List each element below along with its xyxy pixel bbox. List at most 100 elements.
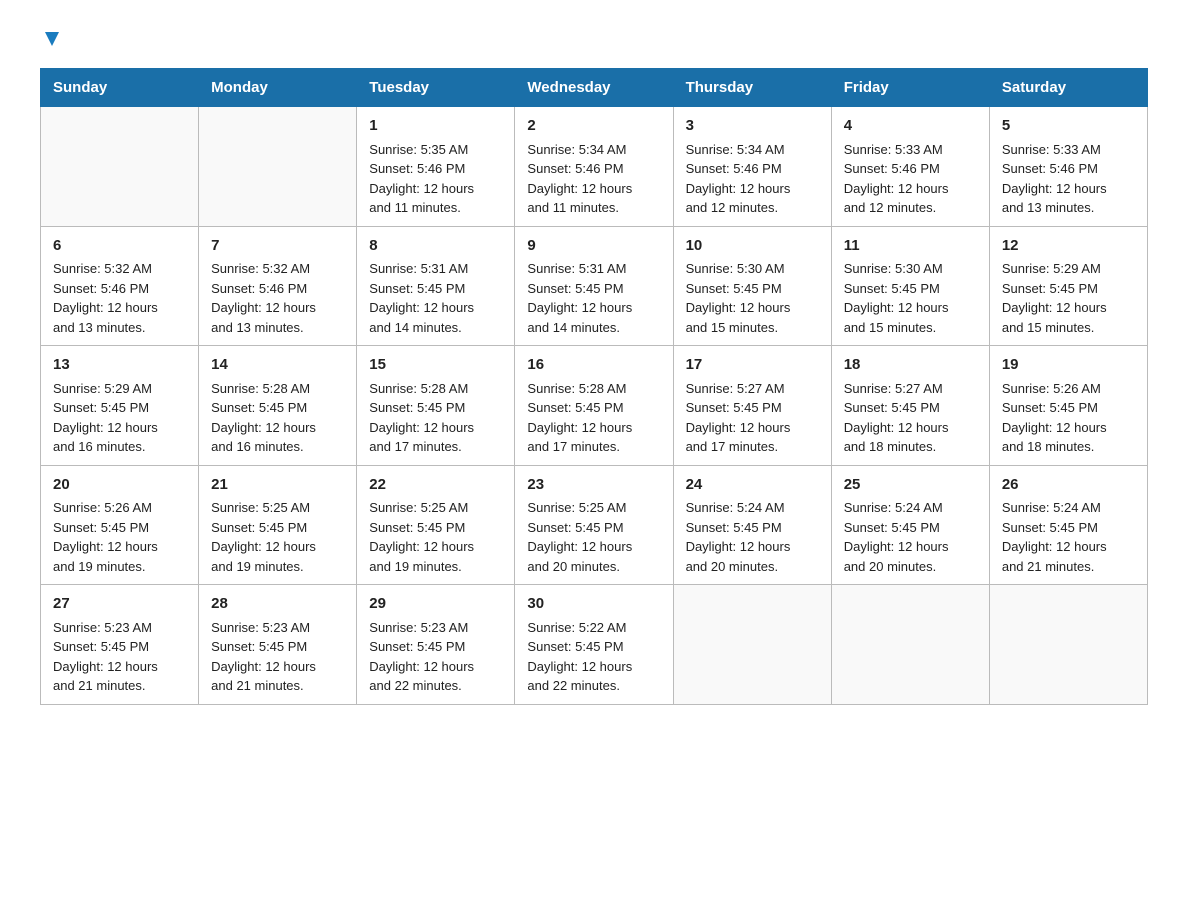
day-number: 13 (53, 354, 186, 377)
calendar-cell: 3Sunrise: 5:34 AM Sunset: 5:46 PM Daylig… (673, 107, 831, 227)
day-number: 16 (527, 354, 660, 377)
day-info: Sunrise: 5:29 AM Sunset: 5:45 PM Dayligh… (1002, 259, 1135, 337)
day-number: 27 (53, 593, 186, 616)
day-info: Sunrise: 5:27 AM Sunset: 5:45 PM Dayligh… (844, 379, 977, 457)
calendar-header-wednesday: Wednesday (515, 69, 673, 107)
day-info: Sunrise: 5:22 AM Sunset: 5:45 PM Dayligh… (527, 618, 660, 696)
day-number: 12 (1002, 235, 1135, 258)
calendar-cell: 25Sunrise: 5:24 AM Sunset: 5:45 PM Dayli… (831, 465, 989, 585)
calendar-cell: 20Sunrise: 5:26 AM Sunset: 5:45 PM Dayli… (41, 465, 199, 585)
day-number: 3 (686, 115, 819, 138)
calendar-week-row: 13Sunrise: 5:29 AM Sunset: 5:45 PM Dayli… (41, 346, 1148, 466)
calendar-cell: 21Sunrise: 5:25 AM Sunset: 5:45 PM Dayli… (199, 465, 357, 585)
day-info: Sunrise: 5:31 AM Sunset: 5:45 PM Dayligh… (527, 259, 660, 337)
calendar-header-thursday: Thursday (673, 69, 831, 107)
calendar-cell: 8Sunrise: 5:31 AM Sunset: 5:45 PM Daylig… (357, 226, 515, 346)
day-number: 17 (686, 354, 819, 377)
day-number: 19 (1002, 354, 1135, 377)
calendar-cell: 16Sunrise: 5:28 AM Sunset: 5:45 PM Dayli… (515, 346, 673, 466)
day-number: 18 (844, 354, 977, 377)
day-number: 10 (686, 235, 819, 258)
day-number: 24 (686, 474, 819, 497)
calendar-cell: 18Sunrise: 5:27 AM Sunset: 5:45 PM Dayli… (831, 346, 989, 466)
calendar-cell (989, 585, 1147, 705)
calendar-cell: 9Sunrise: 5:31 AM Sunset: 5:45 PM Daylig… (515, 226, 673, 346)
calendar-header-friday: Friday (831, 69, 989, 107)
calendar-cell: 10Sunrise: 5:30 AM Sunset: 5:45 PM Dayli… (673, 226, 831, 346)
day-info: Sunrise: 5:24 AM Sunset: 5:45 PM Dayligh… (1002, 498, 1135, 576)
day-info: Sunrise: 5:26 AM Sunset: 5:45 PM Dayligh… (53, 498, 186, 576)
day-info: Sunrise: 5:34 AM Sunset: 5:46 PM Dayligh… (527, 140, 660, 218)
day-info: Sunrise: 5:30 AM Sunset: 5:45 PM Dayligh… (844, 259, 977, 337)
calendar-cell: 6Sunrise: 5:32 AM Sunset: 5:46 PM Daylig… (41, 226, 199, 346)
day-info: Sunrise: 5:29 AM Sunset: 5:45 PM Dayligh… (53, 379, 186, 457)
day-number: 21 (211, 474, 344, 497)
day-number: 22 (369, 474, 502, 497)
calendar-cell: 24Sunrise: 5:24 AM Sunset: 5:45 PM Dayli… (673, 465, 831, 585)
day-info: Sunrise: 5:25 AM Sunset: 5:45 PM Dayligh… (527, 498, 660, 576)
day-info: Sunrise: 5:26 AM Sunset: 5:45 PM Dayligh… (1002, 379, 1135, 457)
day-info: Sunrise: 5:23 AM Sunset: 5:45 PM Dayligh… (369, 618, 502, 696)
calendar-week-row: 20Sunrise: 5:26 AM Sunset: 5:45 PM Dayli… (41, 465, 1148, 585)
day-number: 23 (527, 474, 660, 497)
calendar-cell: 22Sunrise: 5:25 AM Sunset: 5:45 PM Dayli… (357, 465, 515, 585)
day-number: 1 (369, 115, 502, 138)
day-info: Sunrise: 5:28 AM Sunset: 5:45 PM Dayligh… (211, 379, 344, 457)
day-number: 7 (211, 235, 344, 258)
day-info: Sunrise: 5:33 AM Sunset: 5:46 PM Dayligh… (844, 140, 977, 218)
day-info: Sunrise: 5:23 AM Sunset: 5:45 PM Dayligh… (53, 618, 186, 696)
calendar-cell: 27Sunrise: 5:23 AM Sunset: 5:45 PM Dayli… (41, 585, 199, 705)
calendar-cell (41, 107, 199, 227)
day-info: Sunrise: 5:30 AM Sunset: 5:45 PM Dayligh… (686, 259, 819, 337)
calendar-cell: 26Sunrise: 5:24 AM Sunset: 5:45 PM Dayli… (989, 465, 1147, 585)
day-info: Sunrise: 5:23 AM Sunset: 5:45 PM Dayligh… (211, 618, 344, 696)
logo-triangle-icon (43, 30, 61, 48)
day-info: Sunrise: 5:25 AM Sunset: 5:45 PM Dayligh… (211, 498, 344, 576)
calendar-cell: 4Sunrise: 5:33 AM Sunset: 5:46 PM Daylig… (831, 107, 989, 227)
logo (40, 30, 61, 48)
calendar-cell: 11Sunrise: 5:30 AM Sunset: 5:45 PM Dayli… (831, 226, 989, 346)
calendar-week-row: 1Sunrise: 5:35 AM Sunset: 5:46 PM Daylig… (41, 107, 1148, 227)
calendar-cell (831, 585, 989, 705)
day-info: Sunrise: 5:31 AM Sunset: 5:45 PM Dayligh… (369, 259, 502, 337)
calendar-cell: 28Sunrise: 5:23 AM Sunset: 5:45 PM Dayli… (199, 585, 357, 705)
day-number: 25 (844, 474, 977, 497)
day-number: 30 (527, 593, 660, 616)
day-info: Sunrise: 5:33 AM Sunset: 5:46 PM Dayligh… (1002, 140, 1135, 218)
day-number: 5 (1002, 115, 1135, 138)
calendar-week-row: 27Sunrise: 5:23 AM Sunset: 5:45 PM Dayli… (41, 585, 1148, 705)
calendar-header-monday: Monday (199, 69, 357, 107)
calendar-header-tuesday: Tuesday (357, 69, 515, 107)
calendar-cell: 23Sunrise: 5:25 AM Sunset: 5:45 PM Dayli… (515, 465, 673, 585)
day-info: Sunrise: 5:32 AM Sunset: 5:46 PM Dayligh… (211, 259, 344, 337)
calendar-cell: 13Sunrise: 5:29 AM Sunset: 5:45 PM Dayli… (41, 346, 199, 466)
calendar-cell: 12Sunrise: 5:29 AM Sunset: 5:45 PM Dayli… (989, 226, 1147, 346)
calendar-header-sunday: Sunday (41, 69, 199, 107)
calendar-header-row: SundayMondayTuesdayWednesdayThursdayFrid… (41, 69, 1148, 107)
calendar-cell: 14Sunrise: 5:28 AM Sunset: 5:45 PM Dayli… (199, 346, 357, 466)
calendar-cell (673, 585, 831, 705)
page-header (40, 30, 1148, 48)
day-number: 14 (211, 354, 344, 377)
calendar-cell: 5Sunrise: 5:33 AM Sunset: 5:46 PM Daylig… (989, 107, 1147, 227)
calendar-cell: 1Sunrise: 5:35 AM Sunset: 5:46 PM Daylig… (357, 107, 515, 227)
day-number: 9 (527, 235, 660, 258)
day-number: 6 (53, 235, 186, 258)
day-info: Sunrise: 5:25 AM Sunset: 5:45 PM Dayligh… (369, 498, 502, 576)
calendar-cell: 2Sunrise: 5:34 AM Sunset: 5:46 PM Daylig… (515, 107, 673, 227)
day-info: Sunrise: 5:35 AM Sunset: 5:46 PM Dayligh… (369, 140, 502, 218)
day-info: Sunrise: 5:32 AM Sunset: 5:46 PM Dayligh… (53, 259, 186, 337)
day-number: 26 (1002, 474, 1135, 497)
calendar-week-row: 6Sunrise: 5:32 AM Sunset: 5:46 PM Daylig… (41, 226, 1148, 346)
calendar-header-saturday: Saturday (989, 69, 1147, 107)
calendar-cell: 7Sunrise: 5:32 AM Sunset: 5:46 PM Daylig… (199, 226, 357, 346)
day-number: 29 (369, 593, 502, 616)
day-number: 11 (844, 235, 977, 258)
day-info: Sunrise: 5:24 AM Sunset: 5:45 PM Dayligh… (686, 498, 819, 576)
day-info: Sunrise: 5:28 AM Sunset: 5:45 PM Dayligh… (369, 379, 502, 457)
day-number: 15 (369, 354, 502, 377)
calendar-cell: 19Sunrise: 5:26 AM Sunset: 5:45 PM Dayli… (989, 346, 1147, 466)
calendar-cell: 15Sunrise: 5:28 AM Sunset: 5:45 PM Dayli… (357, 346, 515, 466)
calendar-cell: 30Sunrise: 5:22 AM Sunset: 5:45 PM Dayli… (515, 585, 673, 705)
day-number: 28 (211, 593, 344, 616)
